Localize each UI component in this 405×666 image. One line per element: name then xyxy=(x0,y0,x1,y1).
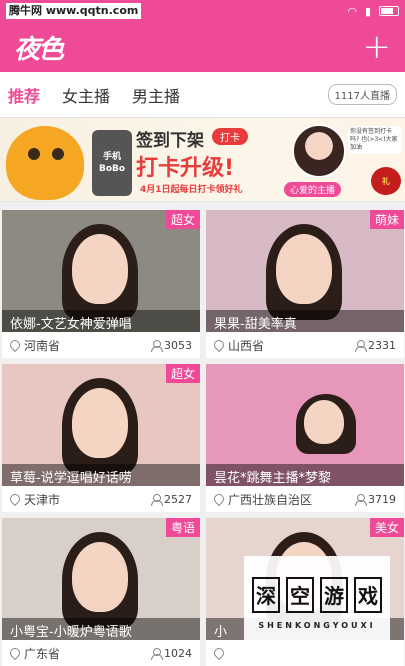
host-card[interactable]: 萌妹 果果-甜美率真 山西省 2331 xyxy=(206,210,404,358)
app-bar: 夜色 + xyxy=(0,22,405,72)
host-meta: 广东省 1024 xyxy=(2,640,200,666)
host-card[interactable]: 昙花*跳舞主播*梦黎 广西壮族自治区 3719 xyxy=(206,364,404,512)
brand-char: 空 xyxy=(286,576,314,613)
viewer-icon xyxy=(355,339,367,352)
promo-banner[interactable]: 手机 BoBo 签到下架 打卡 打卡升级! 4月1日起每日打卡领好礼 心爱的主播… xyxy=(0,118,405,202)
location-pin-icon xyxy=(7,645,23,661)
host-thumbnail: 超女 草莓-说学逗唱好话唠 xyxy=(2,364,200,486)
host-location: 广西壮族自治区 xyxy=(228,492,313,507)
tab-recommend[interactable]: 推荐 xyxy=(8,83,40,107)
banner-fav-label: 心爱的主播 xyxy=(284,182,342,197)
brand-char: 戏 xyxy=(354,576,382,613)
host-avatar xyxy=(292,124,346,178)
host-thumbnail: 超女 依娜-文艺女神爱弹唱 xyxy=(2,210,200,332)
location-pin-icon xyxy=(211,645,227,661)
host-thumbnail: 萌妹 果果-甜美率真 xyxy=(206,210,404,332)
viewer-count: 3719 xyxy=(368,492,396,506)
mascot-image xyxy=(6,126,84,200)
host-meta: 山西省 2331 xyxy=(206,332,404,358)
viewer-icon xyxy=(151,339,163,352)
location-pin-icon xyxy=(7,491,23,507)
app-logo: 夜色 xyxy=(14,34,64,65)
banner-subtitle: 4月1日起每日打卡领好礼 xyxy=(140,185,243,195)
host-card[interactable]: 超女 依娜-文艺女神爱弹唱 河南省 3053 xyxy=(2,210,200,358)
brand-logo: 深 空 游 戏 xyxy=(252,576,382,613)
viewer-count: 2331 xyxy=(368,338,396,352)
status-bar: 腾牛网 www.qqtn.com ◠ ▮ xyxy=(0,0,405,22)
host-meta: 广西壮族自治区 3719 xyxy=(206,486,404,512)
location-pin-icon xyxy=(211,491,227,507)
host-title: 依娜-文艺女神爱弹唱 xyxy=(2,310,200,332)
host-location: 山西省 xyxy=(228,338,265,353)
host-location: 广东省 xyxy=(24,646,61,661)
brand-watermark: 深 空 游 戏 SHENKONGYOUXI xyxy=(244,556,390,650)
location-pin-icon xyxy=(7,337,23,353)
location-pin-icon xyxy=(211,337,227,353)
phone-icon: 手机 BoBo xyxy=(92,130,132,196)
wifi-icon: ◠ xyxy=(347,4,357,18)
category-tag: 萌妹 xyxy=(369,210,404,229)
host-location: 河南省 xyxy=(24,338,61,353)
banner-title-2: 打卡升级! xyxy=(136,156,235,181)
category-tabs: 推荐 女主播 男主播 1117人直播 xyxy=(0,72,405,118)
host-title: 果果-甜美率真 xyxy=(206,310,404,332)
banner-speech-bubble: 你没有签到打卡吗? 也(>3<)大家加油 xyxy=(348,126,402,154)
watermark-label: 腾牛网 www.qqtn.com xyxy=(6,3,142,19)
viewer-count: 3053 xyxy=(164,338,192,352)
add-button[interactable]: + xyxy=(363,30,392,64)
live-count-badge[interactable]: 1117人直播 xyxy=(327,84,397,105)
status-icons: ◠ ▮ xyxy=(347,5,399,18)
phone-line-2: BoBo xyxy=(98,164,126,174)
banner-checkin-button[interactable]: 打卡 xyxy=(212,128,248,145)
category-tag: 超女 xyxy=(165,364,200,383)
brand-char: 深 xyxy=(252,576,280,613)
battery-icon xyxy=(379,6,399,16)
host-meta: 河南省 3053 xyxy=(2,332,200,358)
host-title: 草莓-说学逗唱好话唠 xyxy=(2,464,200,486)
banner-title-1: 签到下架 xyxy=(136,131,204,151)
category-tag: 超女 xyxy=(165,210,200,229)
viewer-count: 1024 xyxy=(164,646,192,660)
phone-line-1: 手机 xyxy=(102,152,121,162)
host-thumbnail: 粤语 小粤宝-小暖炉粤语歌 xyxy=(2,518,200,640)
category-tag: 粤语 xyxy=(165,518,200,537)
gift-icon: 礼 xyxy=(371,167,401,195)
host-thumbnail: 昙花*跳舞主播*梦黎 xyxy=(206,364,404,486)
host-meta: 天津市 2527 xyxy=(2,486,200,512)
host-location: 天津市 xyxy=(24,492,61,507)
brand-char: 游 xyxy=(320,576,348,613)
tab-female-hosts[interactable]: 女主播 xyxy=(62,83,110,107)
viewer-count: 2527 xyxy=(164,492,192,506)
viewer-icon xyxy=(355,493,367,506)
host-title: 小粤宝-小暖炉粤语歌 xyxy=(2,618,200,640)
host-title: 昙花*跳舞主播*梦黎 xyxy=(206,464,404,486)
host-card[interactable]: 粤语 小粤宝-小暖炉粤语歌 广东省 1024 xyxy=(2,518,200,666)
viewer-icon xyxy=(151,493,163,506)
category-tag: 美女 xyxy=(369,518,404,537)
brand-subtitle: SHENKONGYOUXI xyxy=(258,620,376,630)
host-card[interactable]: 超女 草莓-说学逗唱好话唠 天津市 2527 xyxy=(2,364,200,512)
viewer-icon xyxy=(151,647,163,660)
signal-icon: ▮ xyxy=(364,4,371,18)
tab-male-hosts[interactable]: 男主播 xyxy=(132,83,180,107)
